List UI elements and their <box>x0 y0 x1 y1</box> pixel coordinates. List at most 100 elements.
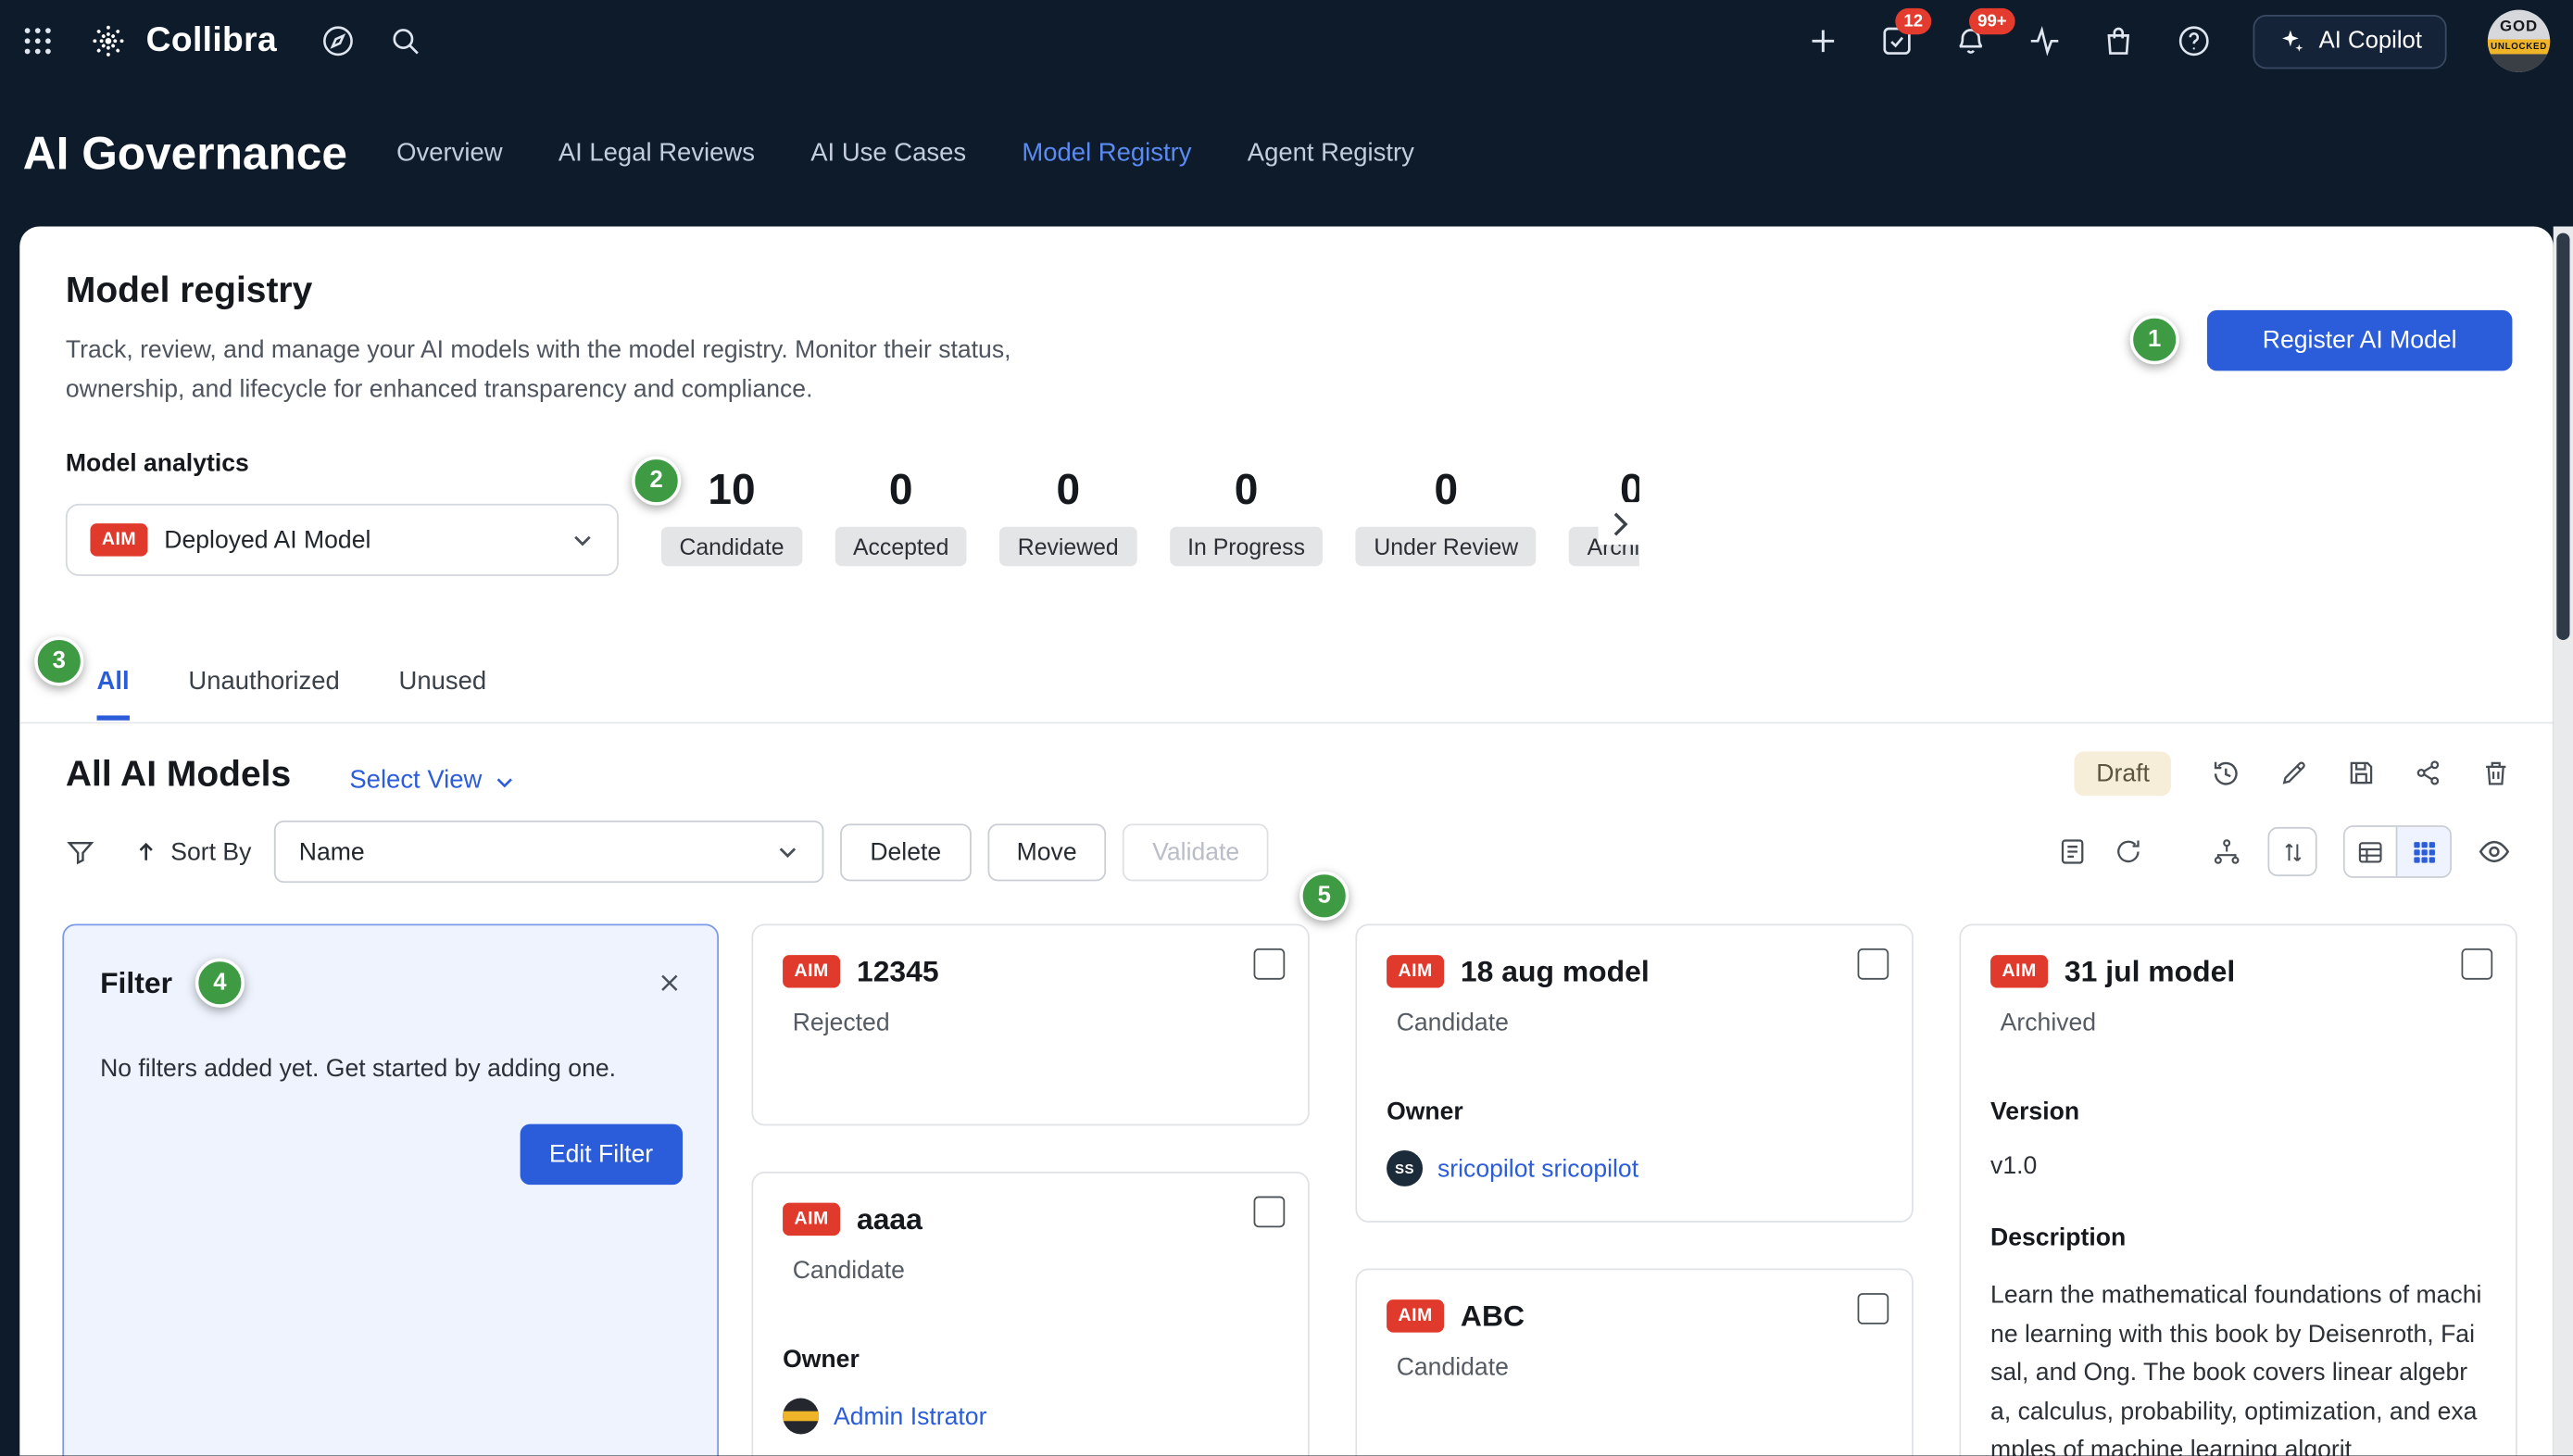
app-launcher-icon[interactable] <box>23 26 53 56</box>
tab-unauthorized[interactable]: Unauthorized <box>188 668 339 721</box>
filter-funnel-icon[interactable] <box>66 837 95 867</box>
card-status: Candidate <box>1397 1008 1882 1040</box>
step-badge-3: 3 <box>34 636 83 685</box>
owner-link[interactable]: sricopilot sricopilot <box>1437 1154 1638 1182</box>
sort-by-control[interactable]: Sort By <box>134 837 251 865</box>
card-status: Candidate <box>1397 1352 1882 1385</box>
card-title: 12345 <box>857 952 939 992</box>
edit-pencil-icon[interactable] <box>2279 759 2309 788</box>
step-badge-1: 1 <box>2130 315 2179 364</box>
aim-badge: AIM <box>1387 1299 1444 1332</box>
aim-badge: AIM <box>783 1203 840 1236</box>
model-card-18-aug-model[interactable]: AIM 18 aug model Candidate Owner SS sric… <box>1355 923 1913 1222</box>
avatar-band <box>783 1412 819 1422</box>
app-title: AI Governance <box>23 128 347 181</box>
help-icon[interactable] <box>2176 23 2212 59</box>
refresh-icon[interactable] <box>2114 837 2143 867</box>
card-header: AIM 18 aug model <box>1387 952 1882 992</box>
aim-badge: AIM <box>783 955 840 987</box>
model-card-12345[interactable]: AIM 12345 Rejected <box>751 923 1309 1125</box>
stat-count: 0 <box>889 466 913 512</box>
validate-button[interactable]: Validate <box>1123 822 1269 880</box>
card-status: Archived <box>2001 1008 2486 1040</box>
view-actions: Draft <box>2075 748 2510 797</box>
notifications-count-badge: 99+ <box>1969 8 2014 35</box>
grid-view-icon[interactable] <box>2397 827 2450 876</box>
tab-unused[interactable]: Unused <box>399 668 487 721</box>
nav-tab-ai-use-cases[interactable]: AI Use Cases <box>810 140 966 169</box>
nav-tab-ai-legal-reviews[interactable]: AI Legal Reviews <box>559 140 755 169</box>
model-card-abc[interactable]: AIM ABC Candidate <box>1355 1269 1913 1456</box>
share-icon[interactable] <box>2414 759 2443 788</box>
select-view-label: Select View <box>349 766 482 796</box>
lineage-hierarchy-icon[interactable] <box>2212 837 2241 867</box>
explore-compass-icon[interactable] <box>320 23 356 59</box>
row-height-updown-icon[interactable] <box>2267 827 2316 876</box>
collibra-logo[interactable]: Collibra <box>85 18 277 64</box>
stat-count: 0 <box>1056 466 1080 512</box>
nav-tab-model-registry[interactable]: Model Registry <box>1022 140 1191 169</box>
search-icon[interactable] <box>389 25 421 57</box>
card-checkbox[interactable] <box>1254 948 1286 980</box>
visibility-eye-icon[interactable] <box>2478 835 2510 868</box>
cards-column-3: AIM 31 jul model Archived Version v1.0 D… <box>1959 923 2517 1455</box>
table-view-icon[interactable] <box>2345 827 2398 876</box>
card-checkbox[interactable] <box>2462 948 2493 980</box>
page-title: Model registry <box>66 270 312 312</box>
sort-field-value: Name <box>299 837 365 865</box>
delete-trash-icon[interactable] <box>2481 759 2511 788</box>
chevron-down-icon <box>776 840 799 863</box>
stat-candidate: 10 Candidate <box>661 466 802 566</box>
ai-copilot-label: AI Copilot <box>2319 28 2422 54</box>
chevron-down-icon <box>571 528 595 551</box>
step-badge-4: 4 <box>195 959 245 1008</box>
model-card-aaaa[interactable]: AIM aaaa Candidate Owner Admin Istrator <box>751 1172 1309 1456</box>
notifications-bell-icon[interactable]: 99+ <box>1954 25 1987 57</box>
model-list-tabs: All Unauthorized Unused <box>97 668 487 721</box>
stat-label: In Progress <box>1170 527 1324 567</box>
page-description: Track, review, and manage your AI models… <box>66 332 1050 410</box>
model-analytics-select[interactable]: AIM Deployed AI Model <box>66 504 619 576</box>
card-title: aaaa <box>857 1199 923 1239</box>
aim-badge: AIM <box>1990 955 2048 987</box>
card-header: AIM aaaa <box>783 1199 1278 1239</box>
owner-avatar: SS <box>1387 1150 1423 1186</box>
register-ai-model-button[interactable]: Register AI Model <box>2207 310 2513 371</box>
step-badge-2: 2 <box>632 457 681 506</box>
report-list-icon[interactable] <box>2058 837 2088 867</box>
owner-link[interactable]: Admin Istrator <box>834 1402 986 1430</box>
collibra-logo-icon <box>85 18 132 64</box>
nav-tab-overview[interactable]: Overview <box>396 140 502 169</box>
tab-all[interactable]: All <box>97 668 130 721</box>
model-analytics-stats: 10 Candidate 0 Accepted 0 Reviewed 0 In … <box>661 466 1639 568</box>
list-toolbar: Sort By Name Delete Move Validate <box>66 821 2511 883</box>
top-bar: Collibra 12 99+ <box>0 0 2573 82</box>
move-button[interactable]: Move <box>987 822 1107 880</box>
activity-pulse-icon[interactable] <box>2028 25 2061 57</box>
stat-label: Accepted <box>835 527 966 567</box>
delete-button[interactable]: Delete <box>840 822 971 880</box>
card-checkbox[interactable] <box>1858 948 1889 980</box>
select-view-dropdown[interactable]: Select View <box>349 766 514 796</box>
user-avatar[interactable]: GOD UNLOCKED <box>2488 10 2550 72</box>
card-checkbox[interactable] <box>1858 1293 1889 1324</box>
filter-panel-title: Filter <box>100 966 172 1000</box>
create-plus-icon[interactable] <box>1807 25 1839 57</box>
ai-copilot-button[interactable]: AI Copilot <box>2253 14 2447 68</box>
aim-badge: AIM <box>1387 955 1444 987</box>
marketplace-bag-icon[interactable] <box>2102 25 2135 57</box>
sort-field-select[interactable]: Name <box>274 821 824 883</box>
edit-filter-button[interactable]: Edit Filter <box>520 1124 683 1186</box>
version-value: v1.0 <box>1990 1150 2486 1183</box>
view-status-badge: Draft <box>2075 751 2171 796</box>
close-icon[interactable] <box>658 972 681 995</box>
stats-scroll-right-chevron-icon[interactable] <box>1599 502 1641 545</box>
scrollbar-thumb[interactable] <box>2556 233 2569 640</box>
card-title: 18 aug model <box>1461 952 1650 992</box>
tasks-icon[interactable]: 12 <box>1881 25 1914 57</box>
nav-tab-agent-registry[interactable]: Agent Registry <box>1248 140 1414 169</box>
model-card-31-jul-model[interactable]: AIM 31 jul model Archived Version v1.0 D… <box>1959 923 2517 1455</box>
history-icon[interactable] <box>2210 758 2241 789</box>
card-checkbox[interactable] <box>1254 1197 1286 1228</box>
save-icon[interactable] <box>2347 759 2377 788</box>
